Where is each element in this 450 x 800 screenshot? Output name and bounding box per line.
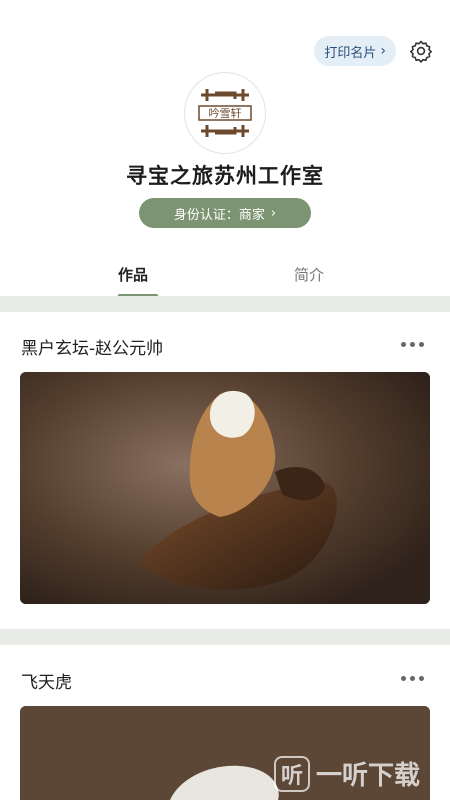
work-title[interactable]: 黑户玄坛-赵公元帅 — [21, 334, 163, 359]
work-image[interactable]: 听 一听下载 — [20, 706, 430, 800]
work-title[interactable]: 飞天虎 — [21, 668, 72, 693]
tabs: 作品 简介 — [0, 258, 450, 298]
work-image[interactable] — [20, 372, 430, 604]
gear-icon[interactable] — [408, 38, 434, 64]
watermark-logo-icon: 听 — [273, 755, 310, 792]
print-card-button[interactable]: 打印名片 › — [314, 36, 396, 66]
avatar: 吟雪轩 — [185, 73, 265, 153]
chevron-right-icon: › — [380, 43, 386, 59]
more-icon[interactable] — [401, 676, 424, 681]
watermark: 听 一听下载 — [273, 755, 420, 792]
top-actions: 打印名片 › — [314, 36, 434, 66]
logo-text: 吟雪轩 — [209, 106, 242, 120]
more-icon[interactable] — [401, 342, 424, 347]
chevron-right-icon: › — [270, 205, 277, 221]
identity-badge[interactable]: 身份认证：商家 › — [139, 198, 311, 228]
section-divider — [0, 296, 450, 312]
print-card-label: 打印名片 — [324, 45, 377, 61]
section-divider — [0, 629, 450, 645]
tab-intro[interactable]: 简介 — [294, 264, 324, 285]
jade-carving-image — [20, 372, 430, 604]
tab-works[interactable]: 作品 — [118, 264, 148, 285]
identity-label: 身份认证：商家 — [173, 207, 265, 223]
store-name: 寻宝之旅苏州工作室 — [126, 164, 324, 188]
watermark-text: 一听下载 — [315, 761, 420, 791]
